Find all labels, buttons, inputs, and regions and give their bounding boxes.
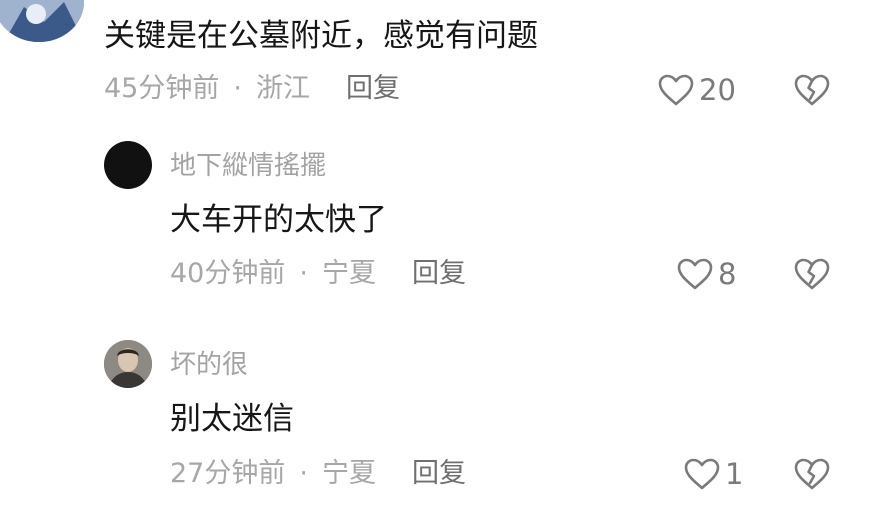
comment-meta: 40分钟前 · 宁夏 回复 bbox=[170, 257, 466, 291]
reply-button[interactable]: 回复 bbox=[412, 257, 466, 291]
reply-button[interactable]: 回复 bbox=[346, 72, 400, 106]
comment-text: 关键是在公墓附近，感觉有问题 bbox=[104, 18, 538, 54]
reply-button[interactable]: 回复 bbox=[412, 457, 466, 491]
like-count: 1 bbox=[725, 457, 744, 491]
broken-heart-icon[interactable] bbox=[793, 457, 831, 491]
avatar[interactable] bbox=[0, 0, 84, 42]
comment-location: 宁夏 bbox=[321, 458, 376, 489]
separator: · bbox=[299, 458, 308, 489]
like-button[interactable]: 1 bbox=[683, 454, 743, 494]
comment-meta: 27分钟前 · 宁夏 回复 bbox=[170, 457, 466, 491]
heart-outline-icon bbox=[657, 73, 695, 107]
username[interactable]: 坏的很 bbox=[170, 349, 248, 381]
heart-outline-icon bbox=[683, 457, 721, 491]
broken-heart-icon[interactable] bbox=[793, 73, 831, 107]
comment-time: 40分钟前 bbox=[170, 258, 286, 289]
like-count: 20 bbox=[699, 73, 736, 107]
username[interactable]: 地下縱情搖擺 bbox=[170, 150, 326, 182]
separator: · bbox=[299, 258, 308, 289]
like-button[interactable]: 8 bbox=[676, 254, 736, 294]
broken-heart-icon[interactable] bbox=[793, 257, 831, 291]
comment-meta: 45分钟前 · 浙江 回复 bbox=[104, 72, 400, 106]
separator: · bbox=[233, 73, 242, 104]
comment-location: 浙江 bbox=[255, 73, 310, 104]
comment-time: 45分钟前 bbox=[104, 73, 220, 104]
comment-location: 宁夏 bbox=[321, 258, 376, 289]
comment-text: 别太迷信 bbox=[170, 401, 294, 437]
heart-outline-icon bbox=[676, 257, 714, 291]
comment-time: 27分钟前 bbox=[170, 458, 286, 489]
comment-text: 大车开的太快了 bbox=[170, 202, 387, 238]
avatar[interactable] bbox=[104, 340, 152, 388]
like-button[interactable]: 20 bbox=[657, 70, 736, 110]
avatar[interactable] bbox=[104, 141, 152, 189]
like-count: 8 bbox=[718, 257, 737, 291]
